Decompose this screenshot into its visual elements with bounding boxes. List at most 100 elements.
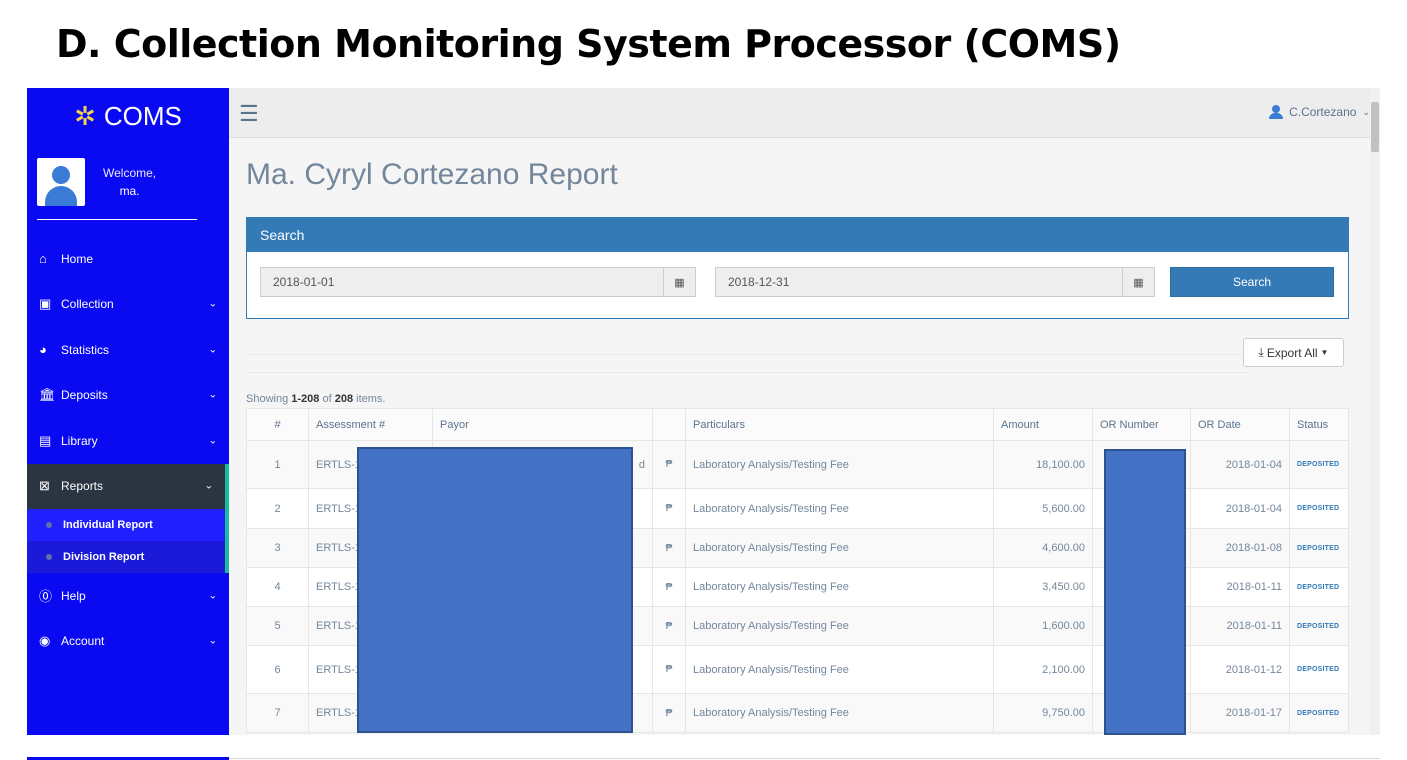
cell-or-date: 2018-01-04 — [1190, 488, 1290, 529]
sidebar-item-label: Help — [61, 588, 86, 603]
top-navbar: ☰ C.Cortezano ⌄ — [229, 88, 1370, 138]
cell-status: DEPOSITED — [1289, 488, 1349, 529]
export-icon: ⤓ — [1258, 345, 1264, 359]
bottom-rule — [229, 758, 1380, 759]
cell-row-number: 1 — [246, 440, 309, 489]
column-header-status[interactable]: Status — [1289, 408, 1349, 441]
calendar-icon[interactable]: ▦ — [663, 268, 695, 296]
date-to-input[interactable] — [716, 268, 1122, 296]
cell-particulars: Laboratory Analysis/Testing Fee — [685, 693, 994, 733]
redaction-block — [1104, 449, 1186, 735]
page-scrollbar[interactable] — [1370, 88, 1380, 735]
submenu-item-individual-report[interactable]: Individual Report — [27, 509, 225, 541]
column-header-or-number[interactable]: OR Number — [1092, 408, 1191, 441]
brand[interactable]: ✲ COMS — [27, 88, 229, 144]
welcome-block: Welcome, ma. — [103, 164, 156, 200]
sidebar-item-deposits[interactable]: 🏛 Deposits ⌄ — [27, 373, 229, 419]
cell-or-date: 2018-01-11 — [1190, 606, 1290, 646]
cell-row-number: 3 — [246, 528, 309, 568]
cell-currency: ₱ — [652, 440, 686, 489]
sidebar-item-reports[interactable]: ⊠ Reports ⌄ — [27, 463, 229, 509]
results-summary: Showing 1-208 of 208 items. — [246, 393, 385, 405]
cell-status: DEPOSITED — [1289, 645, 1349, 694]
column-header-payor[interactable]: Payor — [432, 408, 653, 441]
excel-file-icon: ⊠ — [39, 478, 50, 494]
search-panel-title: Search — [247, 218, 1348, 252]
home-icon: ⌂ — [39, 251, 47, 267]
cell-status: DEPOSITED — [1289, 693, 1349, 733]
sidebar-item-statistics[interactable]: ◕ Statistics ⌄ — [27, 327, 229, 373]
cell-row-number: 5 — [246, 606, 309, 646]
cell-particulars: Laboratory Analysis/Testing Fee — [685, 567, 994, 607]
date-from-group: ▦ — [260, 267, 696, 297]
column-header-assessment[interactable]: Assessment # — [308, 408, 433, 441]
cell-currency: ₱ — [652, 645, 686, 694]
welcome-label: Welcome, — [103, 166, 157, 180]
cell-particulars: Laboratory Analysis/Testing Fee — [685, 488, 994, 529]
column-header-particulars[interactable]: Particulars — [685, 408, 994, 441]
export-all-button[interactable]: ⤓ Export All ▼ — [1243, 338, 1344, 367]
profile-divider — [37, 219, 197, 220]
sidebar-item-help[interactable]: ⓪ Help ⌄ — [27, 573, 229, 619]
date-to-group: ▦ — [715, 267, 1155, 297]
cell-particulars: Laboratory Analysis/Testing Fee — [685, 645, 994, 694]
sidebar-item-account[interactable]: ◉ Account ⌄ — [27, 619, 229, 665]
cell-row-number: 2 — [246, 488, 309, 529]
cell-amount: 2,100.00 — [993, 645, 1093, 694]
reports-submenu: Individual Report Division Report — [27, 509, 229, 573]
divider — [246, 372, 1249, 373]
cell-particulars: Laboratory Analysis/Testing Fee — [685, 440, 994, 489]
column-header-number[interactable]: # — [246, 408, 309, 441]
calendar-icon[interactable]: ▦ — [1122, 268, 1154, 296]
search-button[interactable]: Search — [1170, 267, 1334, 297]
cell-currency: ₱ — [652, 528, 686, 568]
cell-amount: 18,100.00 — [993, 440, 1093, 489]
bank-icon: 🏛 — [39, 387, 56, 403]
summary-prefix: Showing — [246, 393, 292, 405]
date-from-input[interactable] — [261, 268, 663, 296]
chevron-down-icon: ⌄ — [208, 298, 217, 310]
cell-status: DEPOSITED — [1289, 567, 1349, 607]
cell-currency: ₱ — [652, 693, 686, 733]
user-menu[interactable]: C.Cortezano ⌄ — [1269, 105, 1370, 119]
chevron-down-icon: ⌄ — [208, 389, 217, 401]
profile: Welcome, ma. — [27, 144, 229, 220]
column-header-currency — [652, 408, 686, 441]
table-header-row: # Assessment # Payor Particulars Amount … — [246, 408, 1349, 441]
column-header-or-date[interactable]: OR Date — [1190, 408, 1290, 441]
sidebar-item-home[interactable]: ⌂ Home — [27, 236, 229, 282]
chevron-down-icon: ⌄ — [204, 480, 213, 492]
search-panel: Search ▦ ▦ Search — [246, 217, 1349, 319]
user-menu-name: C.Cortezano — [1289, 105, 1357, 119]
money-icon: ▣ — [39, 296, 52, 312]
summary-range: 1-208 — [291, 393, 320, 405]
gear-icon: ✲ — [74, 100, 96, 131]
app-screenshot: ✲ COMS Welcome, ma. ⌂ Home ▣ Collection … — [27, 88, 1380, 735]
avatar — [37, 158, 85, 206]
sidebar-item-label: Statistics — [61, 342, 110, 357]
cell-currency: ₱ — [652, 567, 686, 607]
sidebar-item-label: Deposits — [61, 388, 108, 403]
sidebar-item-library[interactable]: ▤ Library ⌄ — [27, 418, 229, 464]
column-header-amount[interactable]: Amount — [993, 408, 1093, 441]
cell-status: DEPOSITED — [1289, 606, 1349, 646]
cell-or-date: 2018-01-04 — [1190, 440, 1290, 489]
summary-mid: of — [319, 393, 335, 405]
question-circle-icon: ⓪ — [39, 589, 53, 605]
cell-row-number: 7 — [246, 693, 309, 733]
cell-particulars: Laboratory Analysis/Testing Fee — [685, 606, 994, 646]
divider — [246, 354, 1249, 355]
submenu-item-division-report[interactable]: Division Report — [27, 541, 225, 573]
cell-status: DEPOSITED — [1289, 440, 1349, 489]
sidebar: ✲ COMS Welcome, ma. ⌂ Home ▣ Collection … — [27, 88, 229, 735]
pie-chart-icon: ◕ — [39, 342, 47, 358]
cell-amount: 3,450.00 — [993, 567, 1093, 607]
menu-toggle-icon[interactable]: ☰ — [239, 101, 259, 127]
sidebar-item-collection[interactable]: ▣ Collection ⌄ — [27, 282, 229, 328]
sidebar-item-label: Collection — [61, 297, 114, 312]
chevron-down-icon: ⌄ — [208, 635, 217, 647]
cell-status: DEPOSITED — [1289, 528, 1349, 568]
brand-title: COMS — [103, 100, 182, 131]
scrollbar-thumb[interactable] — [1371, 102, 1379, 152]
export-all-label: Export All — [1266, 345, 1318, 360]
